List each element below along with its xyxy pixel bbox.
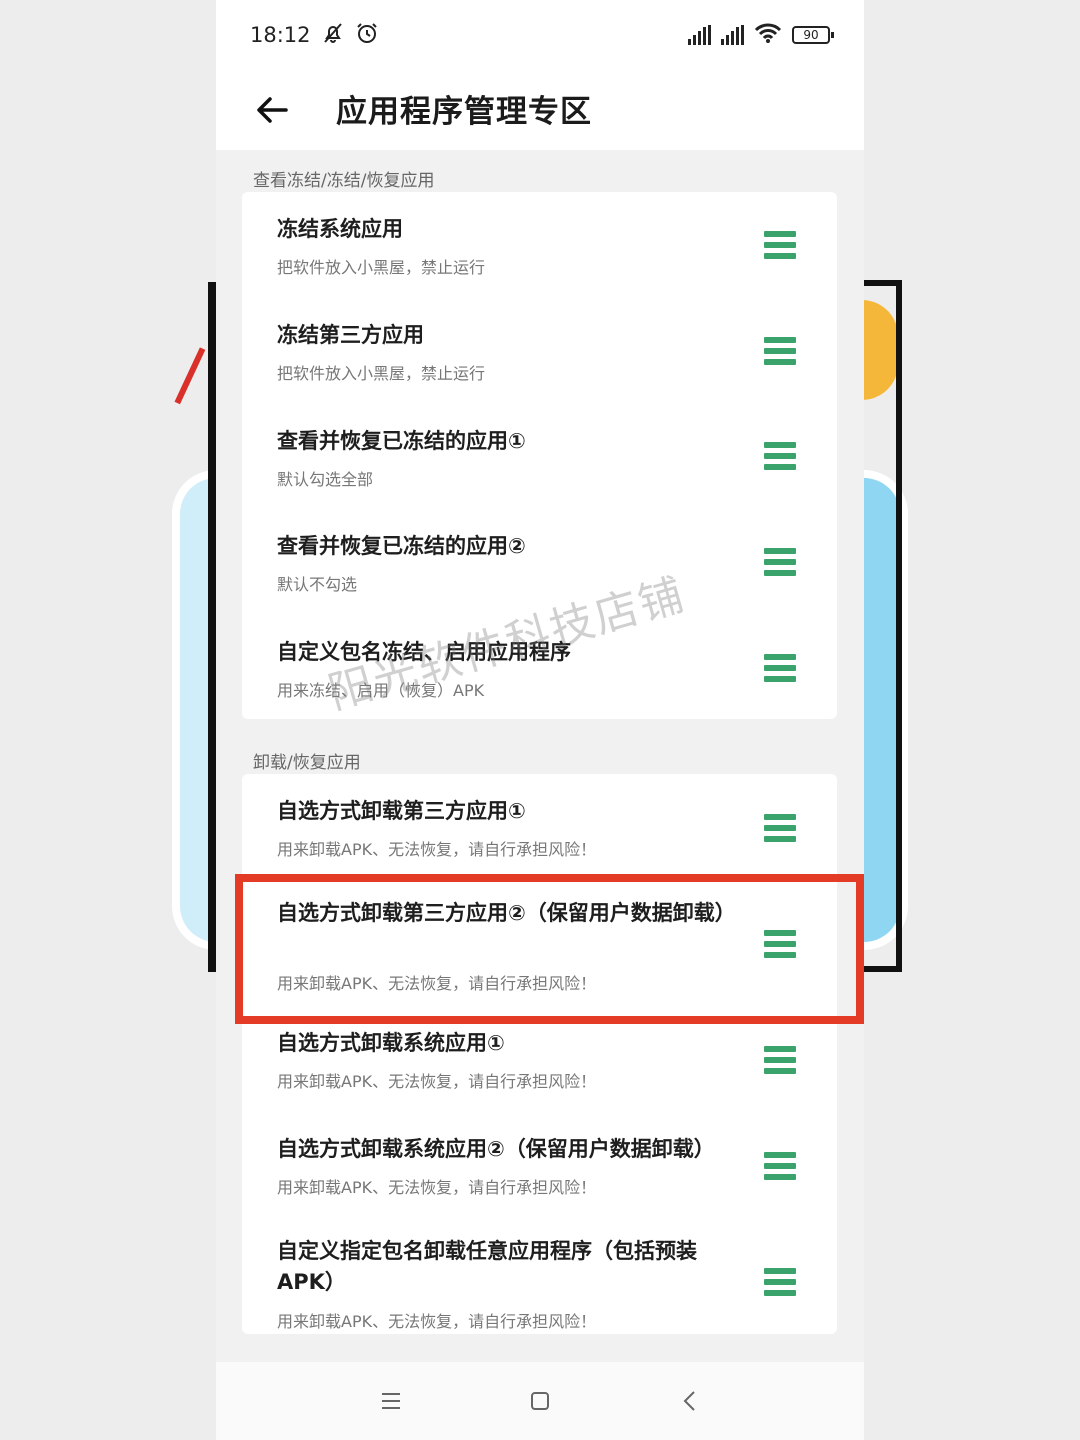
item-title: 冻结第三方应用 — [277, 323, 424, 347]
page-title: 应用程序管理专区 — [336, 94, 592, 130]
home-square-icon[interactable] — [520, 1381, 560, 1421]
item-title: 查看并恢复已冻结的应用① — [277, 429, 526, 453]
item-title: 自选方式卸载系统应用②（保留用户数据卸载） — [277, 1137, 715, 1161]
menu-icon — [764, 654, 796, 682]
list-item[interactable]: 自选方式卸载系统应用②（保留用户数据卸载） 用来卸载APK、无法恢复，请自行承担… — [242, 1122, 837, 1226]
phone-screen: 18:12 90 应用程序管理专区 查看冻结/冻结/恢复应用 冻结系统应用 把软… — [216, 0, 864, 1440]
item-subtitle: 用来卸载APK、无法恢复，请自行承担风险！ — [277, 1312, 597, 1331]
wifi-icon — [754, 22, 782, 48]
battery-icon: 90 — [792, 26, 834, 44]
list-item[interactable]: 冻结第三方应用 把软件放入小黑屋，禁止运行 — [242, 298, 837, 404]
section-title-freeze: 查看冻结/冻结/恢复应用 — [253, 171, 435, 191]
alarm-icon — [355, 21, 379, 49]
item-subtitle: 用来卸载APK、无法恢复，请自行承担风险！ — [277, 1178, 597, 1197]
item-subtitle: 用来卸载APK、无法恢复，请自行承担风险！ — [277, 840, 597, 859]
item-subtitle: 把软件放入小黑屋，禁止运行 — [277, 364, 486, 383]
menu-icon — [764, 337, 796, 365]
list-item[interactable]: 自选方式卸载第三方应用① 用来卸载APK、无法恢复，请自行承担风险！ — [242, 774, 837, 878]
menu-icon — [764, 1152, 796, 1180]
highlight-box — [235, 874, 864, 1024]
bell-off-icon — [321, 21, 345, 49]
hd-signal-icon — [721, 25, 744, 45]
menu-icon — [764, 442, 796, 470]
list-item[interactable]: 自选方式卸载系统应用① 用来卸载APK、无法恢复，请自行承担风险！ — [242, 1016, 837, 1122]
status-bar: 18:12 90 — [216, 0, 864, 70]
hd-signal-icon — [688, 25, 711, 45]
item-subtitle: 用来卸载APK、无法恢复，请自行承担风险！ — [277, 1072, 597, 1091]
status-time: 18:12 — [250, 23, 311, 47]
item-title: 自选方式卸载系统应用① — [277, 1031, 505, 1055]
list-item[interactable]: 查看并恢复已冻结的应用① 默认勾选全部 — [242, 404, 837, 509]
item-subtitle: 默认勾选全部 — [277, 470, 374, 489]
menu-icon — [764, 1046, 796, 1074]
item-subtitle: 默认不勾选 — [277, 575, 358, 594]
menu-icon — [764, 814, 796, 842]
menu-icon — [764, 548, 796, 576]
menu-icon — [764, 1268, 796, 1296]
item-title: 自选方式卸载第三方应用① — [277, 799, 526, 823]
item-title: 自定义指定包名卸载任意应用程序（包括预装APK） — [277, 1239, 697, 1294]
back-button[interactable] — [242, 82, 302, 142]
arrow-left-icon — [256, 96, 288, 128]
uninstall-card: 自选方式卸载第三方应用① 用来卸载APK、无法恢复，请自行承担风险！ 自选方式卸… — [242, 774, 837, 1334]
app-header: 应用程序管理专区 — [216, 70, 864, 150]
item-subtitle: 把软件放入小黑屋，禁止运行 — [277, 258, 486, 277]
system-nav-bar — [216, 1362, 864, 1440]
item-title: 冻结系统应用 — [277, 217, 403, 241]
item-title: 查看并恢复已冻结的应用② — [277, 534, 526, 558]
list-item[interactable]: 冻结系统应用 把软件放入小黑屋，禁止运行 — [242, 192, 837, 298]
menu-icon — [764, 231, 796, 259]
background-frame-right — [864, 280, 902, 972]
menu-lines-icon[interactable] — [371, 1381, 411, 1421]
back-chevron-icon[interactable] — [669, 1381, 709, 1421]
list-item[interactable]: 自定义指定包名卸载任意应用程序（包括预装APK） 用来卸载APK、无法恢复，请自… — [242, 1226, 837, 1334]
section-title-uninstall: 卸载/恢复应用 — [253, 753, 361, 773]
